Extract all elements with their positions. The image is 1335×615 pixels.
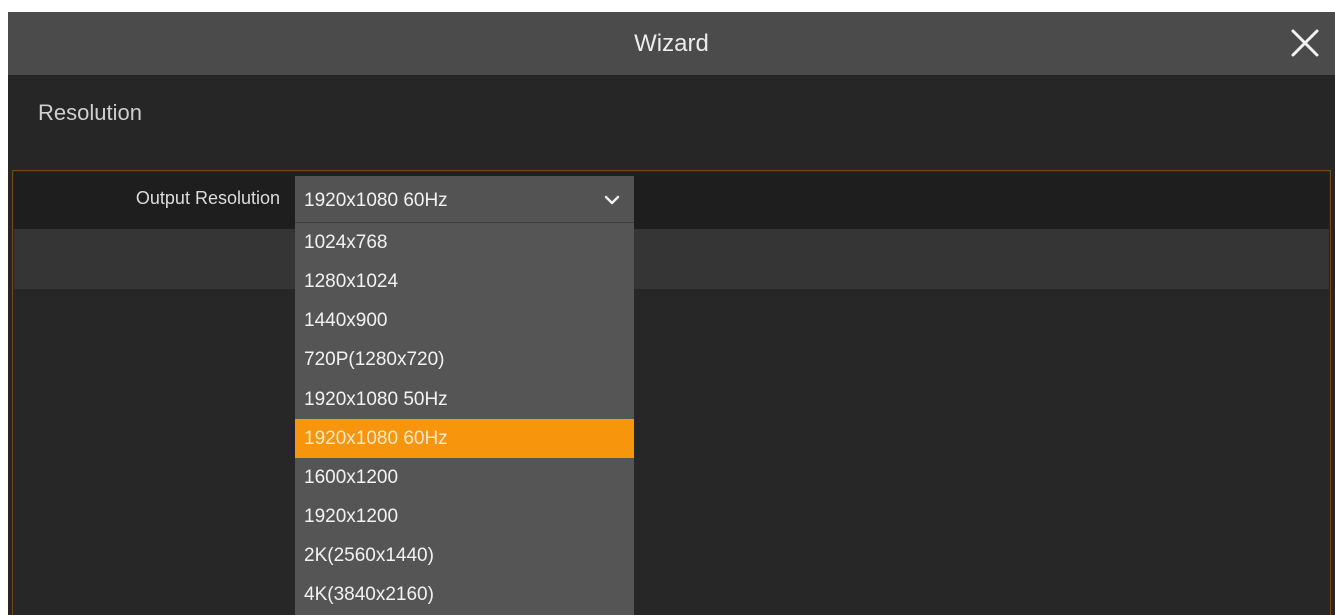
resolution-option[interactable]: 1920x1080 50Hz — [295, 380, 634, 419]
resolution-option[interactable]: 720P(1280x720) — [295, 340, 634, 379]
resolution-option[interactable]: 4K(3840x2160) — [295, 575, 634, 614]
wizard-window: Wizard Resolution Output Resolution 1920… — [8, 12, 1335, 615]
settings-row — [14, 229, 1329, 289]
resolution-option[interactable]: 1600x1200 — [295, 458, 634, 497]
resolution-dropdown-list: 1024x768 1280x1024 1440x900 720P(1280x72… — [295, 223, 634, 615]
output-resolution-select[interactable]: 1920x1080 60Hz — [295, 176, 634, 223]
resolution-option[interactable]: 1024x768 — [295, 223, 634, 262]
close-icon[interactable] — [1287, 25, 1323, 61]
output-resolution-label: Output Resolution — [135, 188, 280, 208]
resolution-option[interactable]: 1280x1024 — [295, 262, 634, 301]
resolution-option[interactable]: 1920x1200 — [295, 497, 634, 536]
section-title: Resolution — [38, 100, 142, 125]
chevron-down-icon — [604, 193, 620, 205]
settings-panel: Output Resolution — [12, 170, 1331, 615]
title-bar: Wizard — [8, 12, 1335, 75]
window-title: Wizard — [634, 30, 709, 57]
resolution-option[interactable]: 1440x900 — [295, 301, 634, 340]
selected-resolution-value: 1920x1080 60Hz — [304, 190, 448, 211]
resolution-option[interactable]: 2K(2560x1440) — [295, 536, 634, 575]
resolution-option-selected[interactable]: 1920x1080 60Hz — [295, 419, 634, 458]
output-resolution-row: Output Resolution — [14, 172, 1329, 229]
